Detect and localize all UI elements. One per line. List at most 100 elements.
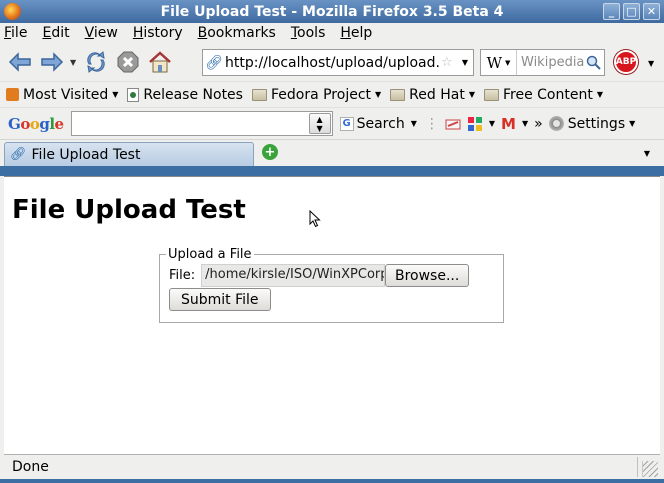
google-toolbar: Google ▲ ▼ G Search ▼ ⋮ ▼ M ▼ » Settings …	[0, 107, 664, 139]
page-content: File Upload Test Upload a File File: /ho…	[4, 176, 660, 454]
adblock-dropdown-icon[interactable]: ▼	[648, 59, 654, 68]
chevron-down-icon[interactable]: ▼	[489, 119, 495, 128]
search-engine-selector[interactable]: W ▼	[481, 50, 517, 75]
bookmark-fedora-project[interactable]: Fedora Project ▼	[251, 86, 381, 103]
page-icon	[127, 87, 140, 102]
menu-view[interactable]: View	[85, 25, 118, 41]
home-button[interactable]	[146, 48, 174, 76]
history-dropdown-icon[interactable]: ▼	[70, 58, 76, 67]
status-bar: Done	[4, 454, 660, 479]
window-frame-right	[660, 176, 664, 483]
forward-button[interactable]	[38, 48, 66, 76]
gmail-icon[interactable]: M	[501, 115, 516, 133]
file-path-field[interactable]: /home/kirsle/ISO/WinXPCorp	[201, 264, 386, 287]
tab-list-dropdown-icon[interactable]: ▼	[644, 149, 650, 158]
url-bar[interactable]: 🔗︎ http://localhost/upload/upload. ☆ ▼	[202, 49, 474, 76]
google-search-input[interactable]: ▲ ▼	[70, 111, 333, 136]
maximize-button[interactable]: □	[623, 3, 640, 20]
search-box[interactable]: W ▼ Wikipedia	[480, 49, 605, 76]
bookmark-label: Release Notes	[143, 86, 243, 103]
bookmarks-toolbar: Most Visited ▼ Release Notes Fedora Proj…	[0, 81, 664, 107]
adblock-plus-icon[interactable]: ABP	[614, 50, 638, 74]
bookmark-label: Free Content	[502, 86, 593, 103]
bookmark-label: Fedora Project	[270, 86, 372, 103]
search-input[interactable]: Wikipedia	[517, 55, 586, 70]
minimize-button[interactable]: _	[603, 3, 620, 20]
bookmark-label: Most Visited	[23, 86, 109, 103]
engine-dropdown-icon: ▼	[505, 58, 511, 67]
site-identity-icon[interactable]: 🔗︎	[203, 55, 225, 71]
window-frame-bottom	[0, 479, 664, 483]
wikipedia-icon: W	[486, 53, 503, 72]
submit-row: Submit File	[169, 288, 494, 311]
reload-icon	[87, 51, 105, 73]
upload-fieldset: Upload a File File: /home/kirsle/ISO/Win…	[159, 247, 504, 323]
stop-icon	[117, 51, 139, 73]
firefox-icon	[4, 3, 21, 20]
menu-tools[interactable]: Tools	[291, 25, 326, 41]
folder-icon	[251, 88, 267, 101]
file-label: File:	[169, 268, 196, 283]
bookmark-release-notes[interactable]: Release Notes	[127, 87, 243, 103]
bookmark-label: Red Hat	[409, 86, 465, 103]
bookmark-puzzle-icon[interactable]	[467, 116, 483, 132]
window-titlebar: File Upload Test - Mozilla Firefox 3.5 B…	[0, 0, 664, 23]
reload-button[interactable]	[82, 48, 110, 76]
chevron-down-icon: ▼	[596, 90, 603, 99]
google-search-label: Search	[356, 115, 405, 132]
new-tab-button[interactable]: +	[262, 144, 278, 160]
menu-help[interactable]: Help	[340, 25, 372, 41]
status-separator	[637, 457, 638, 477]
chevron-down-icon[interactable]: ▼	[522, 119, 528, 128]
file-input-row: File: /home/kirsle/ISO/WinXPCorp Browse.…	[169, 264, 494, 287]
pagerank-icon[interactable]	[445, 117, 461, 131]
bookmark-star-icon[interactable]: ☆	[441, 55, 457, 70]
google-settings-label: Settings	[567, 115, 626, 132]
tab-bar: 🔗︎ File Upload Test + ▼	[0, 139, 664, 166]
window-title: File Upload Test - Mozilla Firefox 3.5 B…	[160, 3, 504, 20]
window-controls: _ □ ✕	[603, 3, 660, 20]
google-search-button[interactable]: G Search ▼	[339, 115, 417, 132]
forward-arrow-icon	[41, 52, 64, 72]
gear-icon	[548, 116, 564, 131]
browse-button[interactable]: Browse...	[385, 264, 470, 287]
stop-button[interactable]	[114, 48, 142, 76]
tab-label: File Upload Test	[31, 146, 141, 163]
google-settings-button[interactable]: Settings ▼	[548, 115, 636, 132]
chevron-down-icon: ▼	[410, 119, 417, 128]
folder-icon	[483, 88, 499, 101]
chevron-down-icon: ▼	[468, 90, 475, 99]
upload-legend: Upload a File	[168, 247, 252, 262]
google-history-spinner-icon[interactable]: ▲ ▼	[308, 113, 331, 134]
google-logo[interactable]: Google	[8, 115, 64, 133]
resize-grip-icon[interactable]	[642, 461, 658, 477]
rss-icon	[6, 88, 19, 101]
google-tools: ⋮ ▼ M ▼ » Settings ▼	[425, 115, 635, 133]
url-text[interactable]: http://localhost/upload/upload.	[225, 55, 441, 71]
plus-icon: +	[264, 144, 276, 160]
bookmark-most-visited[interactable]: Most Visited ▼	[6, 87, 118, 103]
menu-file[interactable]: File	[4, 25, 27, 41]
menu-edit[interactable]: Edit	[42, 25, 69, 41]
submit-file-button[interactable]: Submit File	[169, 288, 271, 311]
close-button[interactable]: ✕	[643, 3, 660, 20]
browser-chrome: File Edit View History Bookmarks Tools H…	[0, 23, 664, 166]
tab-file-upload-test[interactable]: 🔗︎ File Upload Test	[4, 142, 254, 166]
magnifier-icon[interactable]	[586, 55, 602, 71]
menu-bar: File Edit View History Bookmarks Tools H…	[0, 23, 664, 43]
bookmark-red-hat[interactable]: Red Hat ▼	[390, 87, 475, 103]
back-button[interactable]	[6, 48, 34, 76]
url-dropdown-icon[interactable]: ▼	[457, 58, 473, 67]
bookmark-free-content[interactable]: Free Content ▼	[483, 86, 603, 103]
chevron-down-icon: ▼	[629, 119, 636, 128]
menu-bookmarks[interactable]: Bookmarks	[198, 25, 276, 41]
toolbar-separator: ⋮	[424, 115, 439, 132]
mouse-pointer-icon	[309, 210, 321, 228]
menu-history[interactable]: History	[133, 25, 183, 41]
navigation-toolbar: ▼ 🔗︎ http://localhost/upload/upload. ☆ ▼…	[0, 43, 664, 81]
google-g-icon: G	[339, 116, 354, 131]
chevron-down-icon: ▼	[112, 90, 119, 99]
site-icon: 🔗︎	[10, 147, 27, 162]
toolbar-overflow-button[interactable]: »	[534, 116, 543, 132]
status-text: Done	[12, 459, 49, 475]
